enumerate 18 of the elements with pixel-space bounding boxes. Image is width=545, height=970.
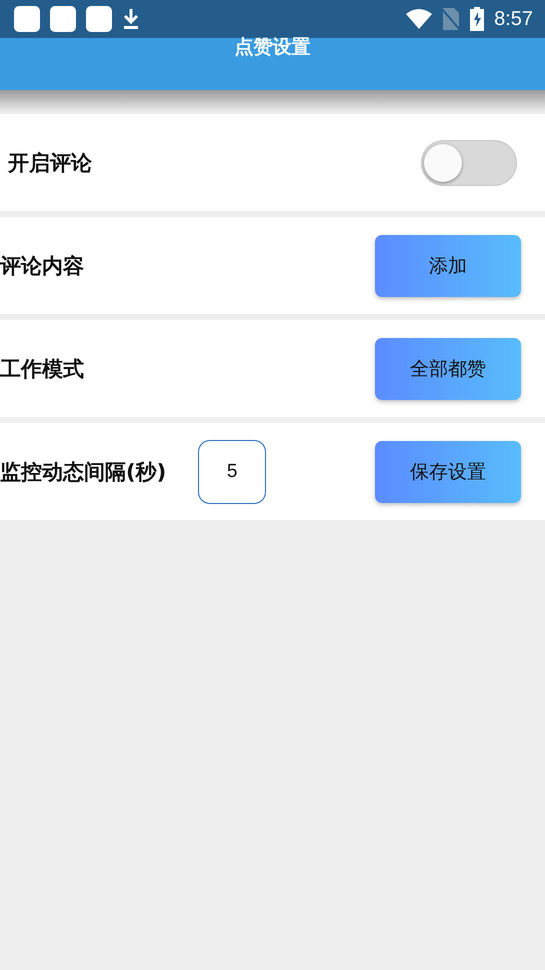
- page-title: 点赞设置: [234, 35, 310, 60]
- interval-input[interactable]: 5: [198, 440, 266, 504]
- wifi-icon: [406, 8, 432, 30]
- notification-icon: [86, 6, 112, 32]
- download-icon: [122, 7, 140, 31]
- save-button[interactable]: 保存设置: [375, 440, 521, 502]
- setting-label: 评论内容: [0, 252, 84, 280]
- action-button[interactable]: 添加: [375, 234, 521, 296]
- no-sim-icon: [442, 7, 460, 31]
- action-button[interactable]: 全部都赞: [375, 338, 521, 400]
- setting-label: 工作模式: [0, 356, 84, 382]
- setting-label: 开启评论: [8, 150, 92, 176]
- setting-label: 监控动态间隔(秒): [0, 458, 166, 486]
- notification-icon: [14, 6, 40, 32]
- status-time: 8:57: [494, 8, 533, 30]
- battery-icon: [470, 7, 484, 31]
- toggle-switch[interactable]: [421, 140, 517, 186]
- notification-icon: [50, 6, 76, 32]
